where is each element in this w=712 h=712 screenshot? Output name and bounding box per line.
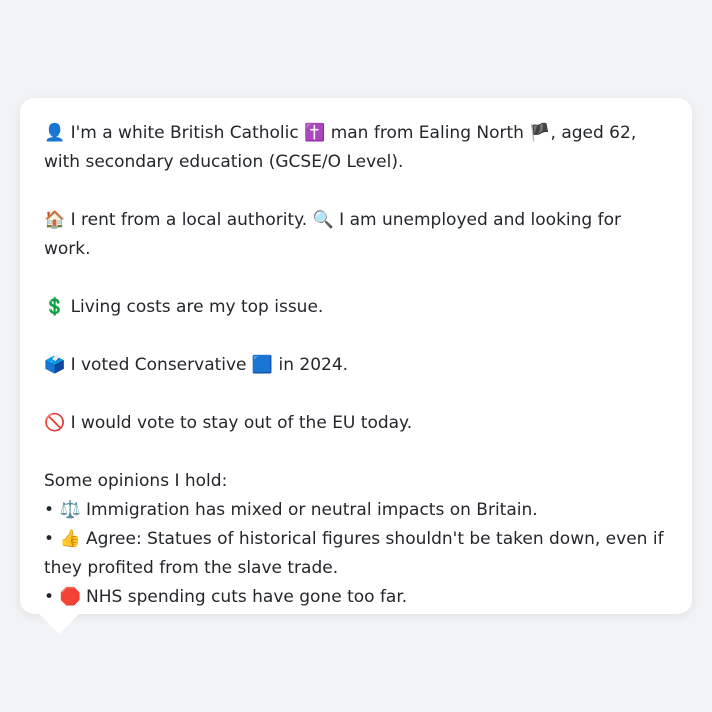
eu-line: 🚫 I would vote to stay out of the EU tod… [44, 409, 670, 438]
ballot-box-icon: 🗳️ [44, 355, 66, 375]
prohibited-icon: 🚫 [44, 413, 66, 433]
dollar-icon: 💲 [44, 297, 66, 317]
magnifier-icon: 🔍 [312, 210, 334, 230]
list-item: • 🛑 NHS spending cuts have gone too far. [44, 583, 670, 612]
opinion-text: Immigration has mixed or neutral impacts… [86, 500, 538, 520]
identity-text-b: man from Ealing North [330, 123, 524, 143]
balance-scale-icon: ⚖️ [59, 500, 81, 520]
thumbs-up-icon: 👍 [59, 529, 81, 549]
opinions-heading: Some opinions I hold: [44, 471, 228, 491]
blue-square-icon: 🟦 [251, 355, 274, 375]
vote-text-b: in 2024. [278, 355, 349, 375]
persona-message-bubble: 👤 I'm a white British Catholic ✝️ man fr… [20, 98, 692, 614]
vote-text-a: I voted Conservative [70, 355, 247, 375]
housing-line: 🏠 I rent from a local authority. 🔍 I am … [44, 206, 670, 264]
identity-text-a: I'm a white British Catholic [70, 123, 299, 143]
opinions-list: • ⚖️ Immigration has mixed or neutral im… [44, 496, 670, 612]
issue-line: 💲 Living costs are my top issue. [44, 293, 670, 322]
person-icon: 👤 [44, 123, 66, 143]
england-flag-icon: 🏴 [529, 123, 551, 143]
bullet: • [44, 529, 55, 549]
eu-text: I would vote to stay out of the EU today… [70, 413, 413, 433]
stop-sign-icon: 🛑 [59, 587, 81, 607]
list-item: • ⚖️ Immigration has mixed or neutral im… [44, 496, 670, 525]
bubble-tail [38, 613, 80, 634]
cross-icon: ✝️ [304, 123, 326, 143]
bullet: • [44, 587, 55, 607]
house-icon: 🏠 [44, 210, 66, 230]
issue-text: Living costs are my top issue. [70, 297, 324, 317]
opinion-text: NHS spending cuts have gone too far. [86, 587, 408, 607]
identity-line: 👤 I'm a white British Catholic ✝️ man fr… [44, 119, 670, 177]
housing-text: I rent from a local authority. [70, 210, 308, 230]
vote-line: 🗳️ I voted Conservative 🟦 in 2024. [44, 351, 670, 380]
bullet: • [44, 500, 55, 520]
opinion-text: Agree: Statues of historical figures sho… [44, 529, 664, 578]
list-item: • 👍 Agree: Statues of historical figures… [44, 525, 670, 583]
